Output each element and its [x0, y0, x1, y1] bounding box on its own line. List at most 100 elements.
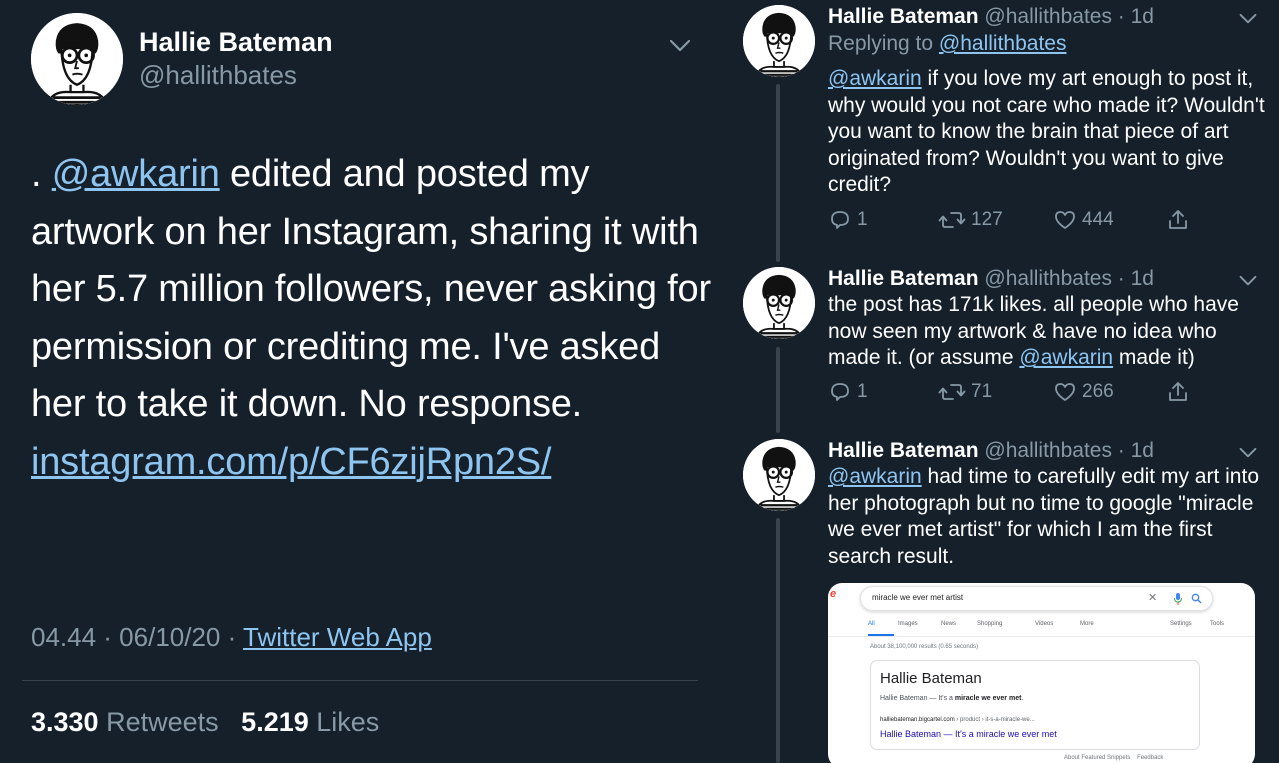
- author-name[interactable]: Hallie Bateman: [828, 267, 979, 290]
- search-logo: e: [830, 588, 837, 600]
- tweet-meta: 04.44 · 06/10/20 · Twitter Web App: [31, 622, 432, 653]
- share-action[interactable]: [1166, 380, 1190, 404]
- reply-text: the post has 171k likes. all people who …: [828, 292, 1268, 372]
- reply-tweet[interactable]: Hallie Bateman @hallithbates · 1d @awkar…: [743, 439, 1273, 579]
- author-handle[interactable]: @hallithbates: [984, 267, 1112, 290]
- avatar[interactable]: [743, 439, 815, 511]
- author-name[interactable]: Hallie Bateman: [139, 27, 333, 58]
- share-action[interactable]: [1166, 208, 1190, 232]
- mention-link[interactable]: @awkarin: [828, 67, 922, 90]
- search-tabs: All Images News Shopping Videos More Set…: [868, 621, 1248, 635]
- retweets-count: 3.330: [31, 707, 99, 737]
- search-query: miracle we ever met artist: [872, 593, 964, 602]
- author-name[interactable]: Hallie Bateman: [828, 439, 979, 462]
- like-icon: [1053, 208, 1077, 232]
- snippet-url-domain: halliebateman.bigcartel.com: [880, 717, 955, 723]
- likes-stat[interactable]: 5.219 Likes: [241, 707, 379, 737]
- instagram-link[interactable]: instagram.com/p/​CF6zijRpn2S/: [31, 441, 551, 483]
- snippet-bold: miracle we ever met: [954, 695, 1022, 702]
- avatar[interactable]: [31, 13, 123, 105]
- chevron-down-icon[interactable]: [1238, 273, 1258, 289]
- snippet-link: Hallie Bateman — It's a miracle we ever …: [880, 729, 1057, 739]
- snippet-url: halliebateman.bigcartel.com › product › …: [880, 717, 1035, 723]
- search-result-image[interactable]: e miracle we ever met artist ✕ All Image…: [828, 583, 1255, 763]
- tab-more: More: [1080, 621, 1094, 627]
- result-count: About 38,100,000 results (0.65 seconds): [870, 644, 979, 650]
- tab-tools: Tools: [1210, 621, 1225, 627]
- reply-action[interactable]: 1: [828, 380, 868, 404]
- retweet-icon: [938, 208, 966, 232]
- retweets-stat[interactable]: 3.330 Retweets: [31, 707, 219, 737]
- author-name[interactable]: Hallie Bateman: [828, 5, 979, 28]
- footer-feedback: Feedback: [1137, 755, 1164, 761]
- divider: [22, 680, 698, 681]
- tabs-divider: [828, 636, 1255, 637]
- reply-icon: [828, 208, 852, 232]
- like-icon: [1053, 380, 1077, 404]
- search-box: miracle we ever met artist ✕: [860, 586, 1213, 611]
- chevron-down-icon[interactable]: [668, 36, 692, 56]
- footer-about: About Featured Snippets: [1064, 755, 1131, 761]
- reply-icon: [828, 380, 852, 404]
- mention-link[interactable]: @awkarin: [52, 153, 220, 195]
- tab-all: All: [868, 621, 875, 627]
- featured-snippet: Hallie Bateman Hallie Bateman — It's a m…: [870, 660, 1200, 750]
- tweet-timestamp[interactable]: 04.44 · 06/10/20 ·: [31, 622, 243, 652]
- reply-header: Hallie Bateman @hallithbates · 1d: [828, 5, 1154, 29]
- author-handle[interactable]: @hallithbates: [139, 60, 297, 91]
- tweet-text: . @awkarin edited and posted my artwork …: [31, 146, 711, 491]
- replying-handle-link[interactable]: @hallithbates: [939, 32, 1067, 55]
- action-bar: 1 71 266: [828, 380, 1198, 410]
- likes-count: 5.219: [241, 707, 309, 737]
- likes-label: Likes: [316, 707, 380, 737]
- snippet-url-path: › product › it-s-a-miracle-we...: [954, 717, 1035, 723]
- snippet-footer: About Featured Snippets Feedback: [1064, 755, 1163, 761]
- tweet-text-prefix: .: [31, 153, 52, 195]
- mention-link[interactable]: @awkarin: [1019, 346, 1113, 369]
- retweet-action[interactable]: 71: [938, 380, 992, 404]
- reply-text: @awkarin if you love my art enough to po…: [828, 66, 1268, 199]
- snippet-text: Hallie Bateman — It's a miracle we ever …: [880, 695, 1023, 702]
- retweet-action[interactable]: 127: [938, 208, 1003, 232]
- tweet-source-link[interactable]: Twitter Web App: [243, 622, 432, 652]
- tab-news: News: [941, 621, 957, 627]
- like-action[interactable]: 444: [1053, 208, 1114, 232]
- snippet-title: Hallie Bateman: [880, 670, 982, 687]
- share-icon: [1166, 208, 1190, 232]
- reply-time[interactable]: · 1d: [1112, 267, 1154, 290]
- reply-count: 1: [857, 381, 868, 402]
- chevron-down-icon[interactable]: [1238, 11, 1258, 27]
- close-icon: ✕: [1148, 592, 1158, 604]
- share-icon: [1166, 380, 1190, 404]
- author-handle[interactable]: @hallithbates: [984, 439, 1112, 462]
- tweet-stats: 3.330 Retweets 5.219 Likes: [31, 707, 379, 738]
- retweet-count: 127: [971, 209, 1003, 230]
- reply-tweet[interactable]: Hallie Bateman @hallithbates · 1d the po…: [743, 267, 1273, 417]
- chevron-down-icon[interactable]: [1238, 445, 1258, 461]
- mention-link[interactable]: @awkarin: [828, 465, 922, 488]
- reply-count: 1: [857, 209, 868, 230]
- tab-settings: Settings: [1170, 621, 1192, 627]
- search-icon: [1191, 593, 1202, 604]
- retweet-count: 71: [971, 381, 993, 402]
- reply-tweet[interactable]: Hallie Bateman @hallithbates · 1d Replyi…: [743, 5, 1273, 245]
- like-action[interactable]: 266: [1053, 380, 1114, 404]
- reply-time[interactable]: · 1d: [1112, 439, 1154, 462]
- avatar[interactable]: [743, 5, 815, 77]
- retweets-label: Retweets: [106, 707, 219, 737]
- reply-time[interactable]: · 1d: [1112, 5, 1154, 28]
- reply-header: Hallie Bateman @hallithbates · 1d: [828, 267, 1154, 291]
- like-count: 444: [1082, 209, 1114, 230]
- retweet-icon: [938, 380, 966, 404]
- reply-action[interactable]: 1: [828, 208, 868, 232]
- avatar[interactable]: [743, 267, 815, 339]
- reply-header: Hallie Bateman @hallithbates · 1d: [828, 439, 1154, 463]
- mic-icon: [1174, 593, 1182, 605]
- author-handle[interactable]: @hallithbates: [984, 5, 1112, 28]
- snippet-prefix: Hallie Bateman — It's a: [880, 695, 955, 702]
- action-bar: 1 127 444: [828, 208, 1198, 238]
- tab-images: Images: [898, 621, 918, 627]
- replying-prefix: Replying to: [828, 32, 939, 55]
- tab-videos: Videos: [1035, 621, 1054, 627]
- tab-shopping: Shopping: [977, 621, 1003, 627]
